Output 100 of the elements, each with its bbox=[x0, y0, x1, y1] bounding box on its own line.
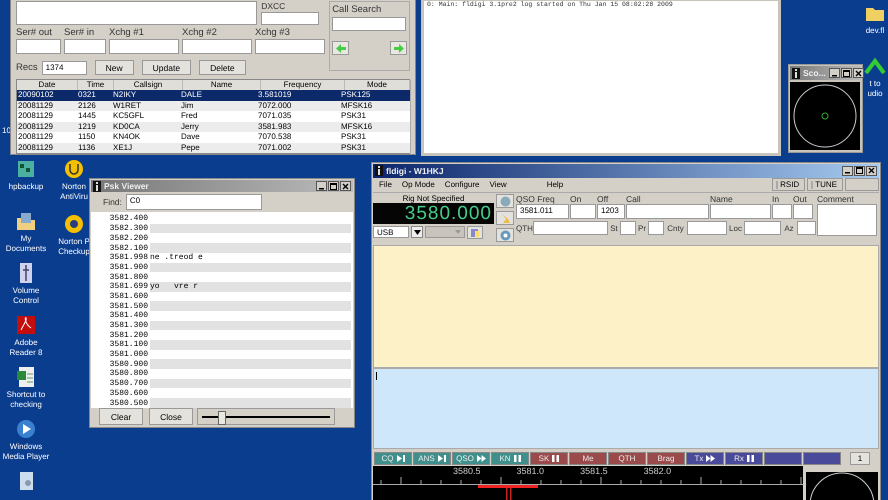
action-button[interactable]: Update bbox=[142, 60, 192, 75]
maximize-button[interactable] bbox=[854, 166, 865, 176]
icon-label[interactable]: t to udio bbox=[862, 79, 888, 99]
icon-label[interactable]: Windows Media Player bbox=[1, 442, 51, 462]
qso-field[interactable] bbox=[710, 204, 771, 220]
spreadsheet-icon[interactable] bbox=[15, 366, 37, 388]
table-row[interactable]: 20090102 0321 N2IKY DALE 3.581019 PSK125 bbox=[17, 90, 410, 100]
field-label: Call bbox=[626, 194, 642, 204]
scope-display bbox=[790, 82, 860, 150]
macro-page-button[interactable]: 1 bbox=[850, 452, 870, 466]
globe-button[interactable] bbox=[496, 194, 514, 208]
qso-field[interactable] bbox=[793, 204, 813, 220]
exchange-field[interactable] bbox=[182, 39, 252, 54]
macro-button[interactable]: Brag bbox=[647, 452, 685, 466]
close-icon bbox=[854, 70, 862, 76]
scrollbar[interactable] bbox=[410, 80, 411, 153]
icon-label[interactable]: Volume Control bbox=[1, 286, 51, 306]
icon-label[interactable]: Adobe Reader 8 bbox=[1, 338, 51, 358]
frequency-display[interactable]: 3580.000 bbox=[373, 203, 494, 224]
field-label: Recs bbox=[16, 62, 38, 73]
toggle-button[interactable]: TUNE bbox=[807, 178, 843, 192]
menu-item[interactable]: Configure bbox=[444, 180, 480, 190]
field-label: Name bbox=[710, 194, 734, 204]
toggle-button[interactable]: RSID bbox=[772, 178, 806, 192]
qso-field[interactable]: 1203 bbox=[597, 204, 625, 220]
records-field[interactable]: 1374 bbox=[42, 60, 87, 74]
location-field[interactable] bbox=[744, 221, 781, 236]
close-button[interactable] bbox=[866, 166, 877, 176]
frequency-label: 3581.100 bbox=[108, 340, 149, 350]
previous-button[interactable] bbox=[332, 41, 350, 55]
mode-dropdown[interactable]: USB bbox=[373, 226, 409, 238]
qso-field[interactable]: 3581.011 bbox=[516, 204, 569, 220]
signal-marker bbox=[478, 485, 538, 500]
table-cell-text: KD0CA bbox=[112, 122, 141, 132]
call-search-field[interactable] bbox=[332, 17, 406, 31]
macro-button[interactable] bbox=[803, 452, 841, 466]
table-row[interactable]: 20081129 1150 KN4OK Dave 7070.538 PSK31 bbox=[17, 132, 410, 142]
table-row[interactable]: 20081129 1136 XE1J Pepe 7071.002 PSK31 bbox=[17, 142, 410, 153]
table-cell-text: 1219 bbox=[77, 122, 97, 132]
toggle-button[interactable] bbox=[845, 178, 879, 192]
next-button[interactable] bbox=[390, 41, 407, 55]
backup-icon[interactable] bbox=[15, 158, 37, 180]
macro-button[interactable]: QTH bbox=[608, 452, 646, 466]
exchange-field[interactable] bbox=[109, 39, 179, 54]
table-row[interactable]: 20081129 1445 KC5GFL Fred 7071.035 PSK31 bbox=[17, 111, 410, 122]
location-field[interactable] bbox=[620, 221, 636, 236]
notebook-button[interactable] bbox=[467, 226, 483, 240]
documents-icon[interactable] bbox=[15, 210, 37, 232]
macro-button[interactable] bbox=[764, 452, 802, 466]
dxcc-field[interactable] bbox=[261, 12, 320, 25]
exchange-field[interactable] bbox=[64, 39, 106, 54]
frequency-label: 3580.600 bbox=[108, 388, 149, 398]
rig-status-label: Rig Not Specified bbox=[402, 194, 466, 204]
exchange-field[interactable] bbox=[255, 39, 325, 54]
qso-field[interactable] bbox=[626, 204, 709, 220]
shield-icon[interactable] bbox=[63, 213, 85, 235]
pause-icon bbox=[514, 455, 521, 462]
menu-item[interactable]: Op Mode bbox=[402, 180, 435, 190]
globe-button[interactable] bbox=[496, 228, 514, 242]
shield-icon[interactable] bbox=[63, 158, 85, 180]
qso-field[interactable] bbox=[570, 204, 596, 220]
macro-button[interactable]: Tx bbox=[686, 452, 724, 466]
table-cell-text: PSK125 bbox=[340, 90, 372, 100]
field-label: DXCC bbox=[261, 1, 286, 11]
field-label: St bbox=[609, 224, 619, 233]
table-row[interactable]: 20081129 1219 KD0CA Jerry 3581.983 MFSK16 bbox=[17, 122, 410, 132]
location-field[interactable] bbox=[797, 221, 816, 236]
squelch-slider[interactable] bbox=[197, 408, 335, 426]
icon-label[interactable]: dev.fl bbox=[862, 26, 888, 36]
pdf-icon[interactable] bbox=[15, 314, 37, 336]
table-row[interactable]: 20081129 2126 W1RET Jim 7072.000 MFSK16 bbox=[17, 100, 410, 111]
minimize-button[interactable] bbox=[842, 166, 853, 176]
media-icon[interactable] bbox=[15, 418, 37, 440]
action-button[interactable]: Clear bbox=[99, 408, 143, 426]
dropdown-button[interactable] bbox=[411, 226, 423, 238]
menu-item[interactable]: File bbox=[379, 180, 392, 190]
macro-button[interactable]: SK bbox=[530, 452, 568, 466]
qso-field[interactable] bbox=[772, 204, 792, 220]
action-button[interactable]: New bbox=[94, 60, 134, 75]
find-field[interactable]: C0 bbox=[126, 194, 262, 210]
icon-label[interactable]: My Documents bbox=[1, 234, 51, 254]
table-cell-text: 20081129 bbox=[17, 142, 54, 153]
action-button[interactable]: Delete bbox=[199, 60, 246, 75]
macro-button[interactable]: Me bbox=[569, 452, 607, 466]
icon-label[interactable]: Shortcut to checking bbox=[1, 390, 51, 410]
location-field[interactable] bbox=[687, 221, 727, 236]
exchange-field[interactable] bbox=[16, 39, 61, 54]
menu-item[interactable]: Help bbox=[546, 180, 564, 190]
location-field[interactable] bbox=[648, 221, 664, 236]
icon-label[interactable]: hpbackup bbox=[1, 182, 51, 192]
notes-field[interactable] bbox=[16, 1, 258, 25]
macro-button[interactable]: Rx bbox=[725, 452, 763, 466]
action-button[interactable]: Close bbox=[149, 408, 193, 426]
receive-text-pane[interactable] bbox=[373, 244, 879, 368]
table-cell-text: Pepe bbox=[180, 142, 201, 153]
menu-item[interactable]: View bbox=[489, 180, 507, 190]
location-field[interactable] bbox=[533, 221, 608, 236]
broom-button[interactable] bbox=[496, 211, 514, 226]
qso-field[interactable] bbox=[817, 204, 877, 236]
icon-label[interactable]: Norton AntiViru bbox=[58, 182, 90, 202]
